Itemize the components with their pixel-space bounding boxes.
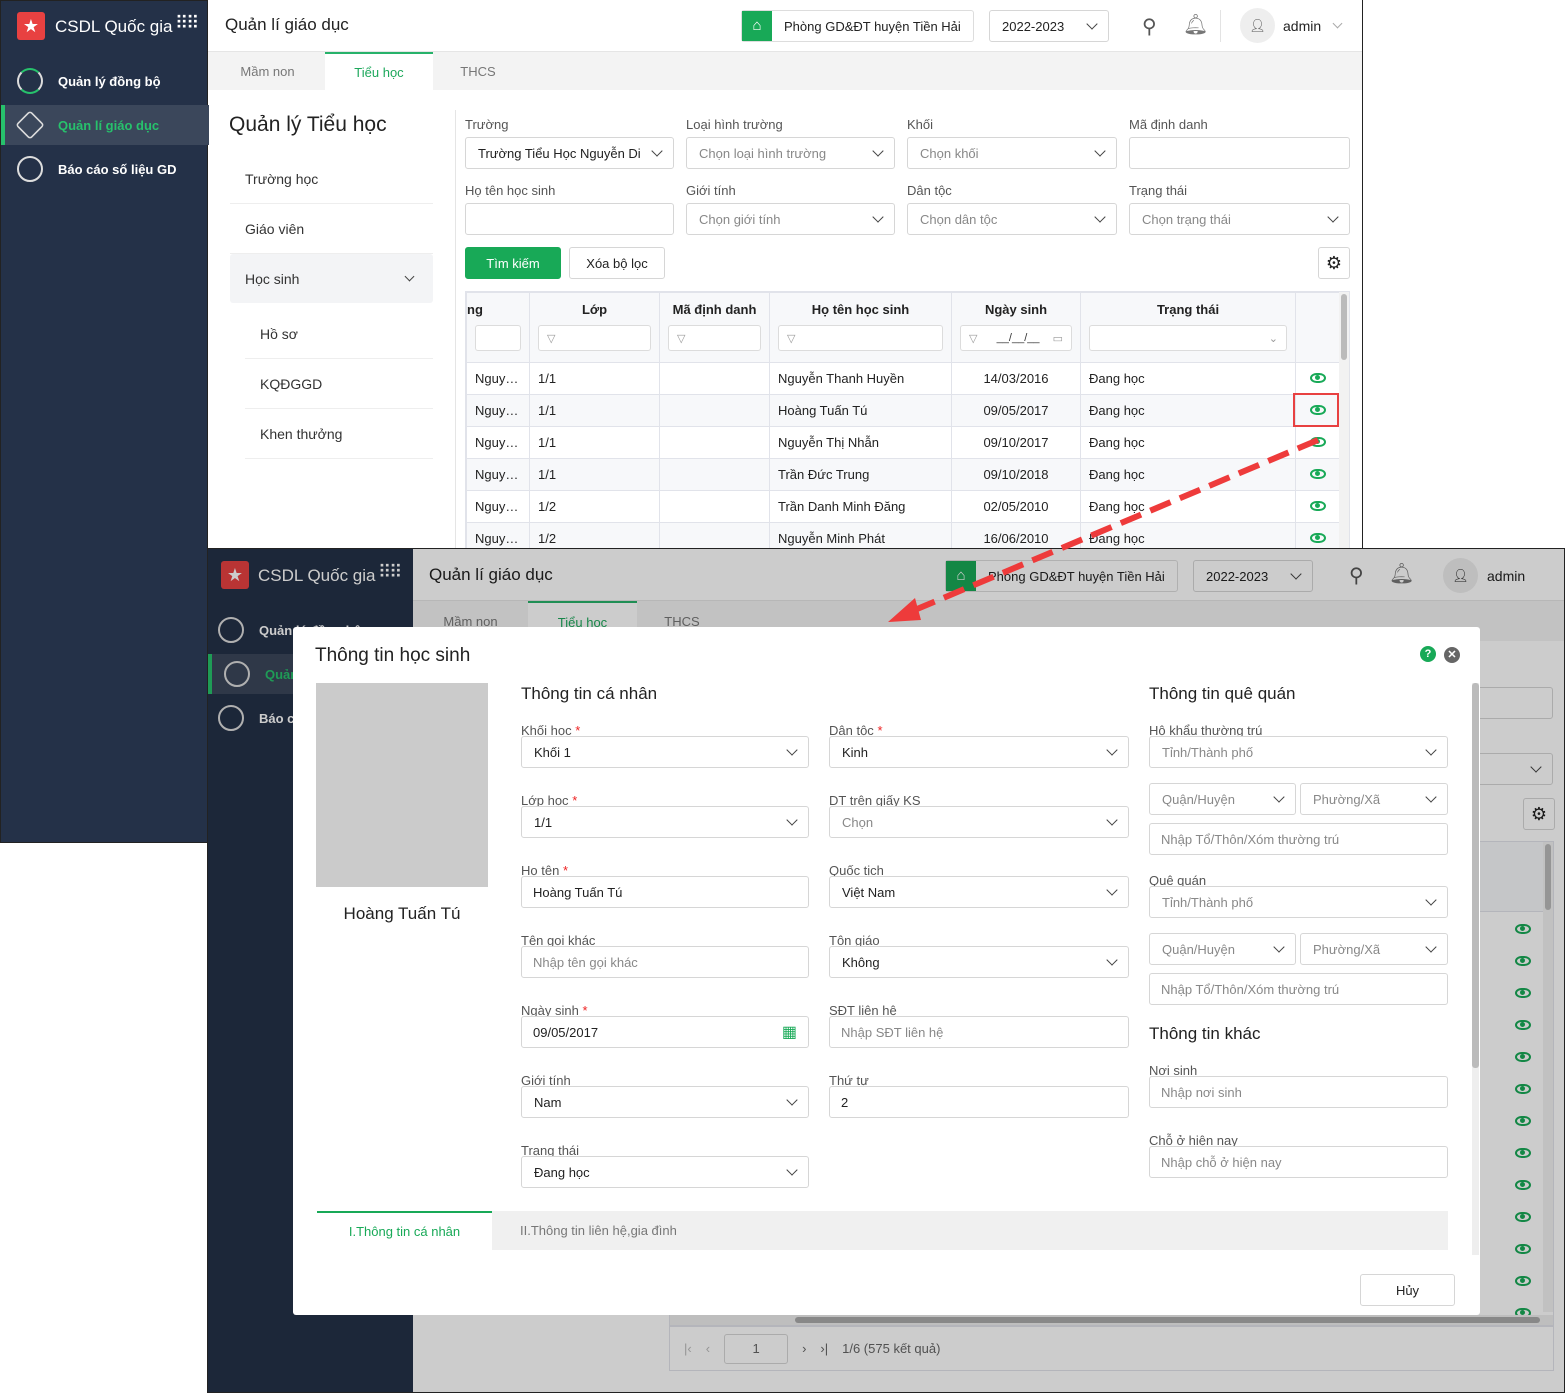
dashed-arrow-line — [908, 437, 1320, 615]
arrow-annotation — [888, 437, 1320, 622]
arrow-head — [888, 598, 921, 622]
